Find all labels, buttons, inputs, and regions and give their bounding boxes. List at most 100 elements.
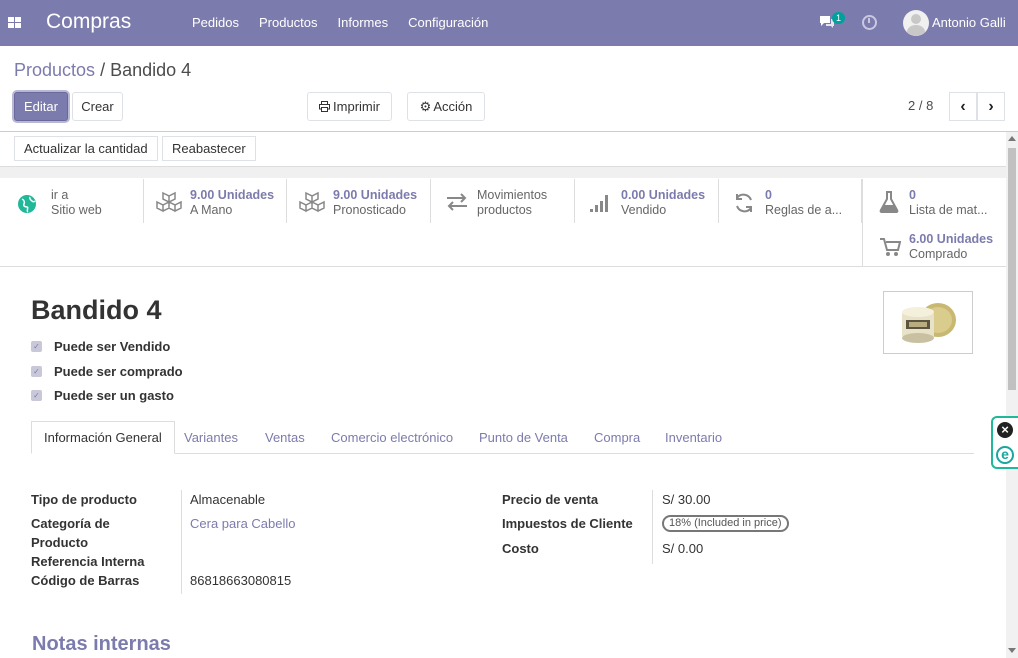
customer-taxes-label: Impuestos de Cliente <box>502 516 633 531</box>
refresh-icon <box>736 193 752 213</box>
scroll-up-arrow-icon[interactable] <box>1008 136 1016 141</box>
sheet-top-band <box>0 166 1006 178</box>
close-icon[interactable]: × <box>997 422 1013 438</box>
tab-sales[interactable]: Ventas <box>253 421 317 454</box>
product-type-value[interactable]: Almacenable <box>190 490 265 509</box>
cart-icon <box>880 238 901 256</box>
chat-badge: 1 <box>832 12 846 24</box>
pager-value[interactable]: 2 / 8 <box>908 98 933 113</box>
update-quantity-button[interactable]: Actualizar la cantidad <box>14 136 158 161</box>
pager-next-button[interactable]: › <box>977 92 1005 121</box>
extension-e-icon[interactable]: e <box>996 446 1014 464</box>
stat-button-sold[interactable]: 0.00 Unidades Vendido <box>575 179 719 223</box>
checkbox-expense-ok[interactable]: ✓ Puede ser un gasto <box>31 388 174 403</box>
product-image[interactable] <box>883 291 973 354</box>
stat-on-hand-label: A Mano <box>190 203 233 217</box>
action-label: Acción <box>433 99 473 114</box>
tab-purchase[interactable]: Compra <box>582 421 652 454</box>
gear-icon: ⚙ <box>419 98 432 114</box>
stat-button-moves[interactable]: Movimientos productos <box>431 179 575 223</box>
cubes-icon <box>299 191 325 213</box>
signal-icon <box>590 195 608 212</box>
create-button[interactable]: Crear <box>72 92 123 121</box>
flask-icon <box>879 191 899 213</box>
stat-bom-value: 0 <box>909 188 916 202</box>
internal-ref-label: Referencia Interna <box>31 554 145 569</box>
apps-menu-icon[interactable] <box>8 17 21 28</box>
stat-forecasted-value: 9.00 Unidades <box>333 188 418 202</box>
tab-point-of-sale[interactable]: Punto de Venta <box>467 421 580 454</box>
user-name[interactable]: Antonio Galli <box>932 15 1006 30</box>
stat-website-line2: Sitio web <box>51 203 102 217</box>
menu-item-informes[interactable]: Informes <box>338 15 389 30</box>
stat-forecasted-label: Pronosticado <box>333 203 406 217</box>
scroll-down-arrow-icon[interactable] <box>1008 648 1016 653</box>
stat-button-bom[interactable]: 0 Lista de mat... <box>862 179 1006 223</box>
sale-price-value[interactable]: S/ 30.00 <box>662 490 710 509</box>
cost-label: Costo <box>502 541 539 556</box>
tab-inventory[interactable]: Inventario <box>653 421 734 454</box>
checkmark-icon: ✓ <box>31 341 42 352</box>
menu-item-productos[interactable]: Productos <box>259 15 318 30</box>
scroll-thumb[interactable] <box>1008 148 1016 390</box>
product-name: Bandido 4 <box>31 295 162 325</box>
print-icon <box>319 101 331 112</box>
tab-variants[interactable]: Variantes <box>172 421 250 454</box>
stat-sold-value: 0.00 Unidades <box>621 188 706 202</box>
pager-previous-button[interactable]: ‹ <box>949 92 977 121</box>
checkbox-purchase-ok-label: Puede ser comprado <box>54 364 183 379</box>
breadcrumb: Productos / Bandido 4 <box>14 60 191 81</box>
category-value[interactable]: Cera para Cabello <box>190 514 296 533</box>
menu-item-configuracion[interactable]: Configuración <box>408 15 488 30</box>
vertical-scrollbar[interactable] <box>1006 132 1018 658</box>
stat-button-on-hand[interactable]: 9.00 Unidades A Mano <box>144 179 287 223</box>
stat-purchased-label: Comprado <box>909 247 968 261</box>
checkbox-purchase-ok[interactable]: ✓ Puede ser comprado <box>31 364 183 379</box>
chevron-right-icon: › <box>988 97 994 115</box>
stat-button-website[interactable]: ir a Sitio web <box>0 179 144 223</box>
stat-moves-line1: Movimientos <box>477 188 548 202</box>
sale-price-label: Precio de venta <box>502 492 599 507</box>
checkbox-expense-ok-label: Puede ser un gasto <box>54 388 174 403</box>
clock-icon[interactable] <box>862 15 877 30</box>
tab-general-info[interactable]: Información General <box>31 421 175 454</box>
main-menu: Pedidos Productos Informes Configuración <box>192 15 508 30</box>
cost-value[interactable]: S/ 0.00 <box>662 539 703 558</box>
stat-moves-line2: productos <box>477 203 532 217</box>
barcode-value[interactable]: 86818663080815 <box>190 571 291 590</box>
stat-website-line1: ir a <box>51 188 69 202</box>
barcode-label: Código de Barras <box>31 573 140 588</box>
notebook-tabs: Información General Variantes Ventas Com… <box>31 421 974 454</box>
tab-ecommerce[interactable]: Comercio electrónico <box>319 421 465 454</box>
stat-reorder-value: 0 <box>765 188 772 202</box>
replenish-button[interactable]: Reabastecer <box>162 136 256 161</box>
stat-sold-label: Vendido <box>621 203 667 217</box>
stat-button-forecasted[interactable]: 9.00 Unidades Pronosticado <box>287 179 431 223</box>
checkmark-icon: ✓ <box>31 390 42 401</box>
top-navbar: Compras Pedidos Productos Informes Confi… <box>0 0 1018 46</box>
stat-bom-label: Lista de mat... <box>909 203 988 217</box>
category-label-line1: Categoría de <box>31 516 110 531</box>
stat-on-hand-value: 9.00 Unidades <box>190 188 275 202</box>
checkbox-sale-ok-label: Puede ser Vendido <box>54 339 171 354</box>
app-brand[interactable]: Compras <box>46 10 131 34</box>
stat-button-reorder-rules[interactable]: 0 Reglas de a... <box>719 179 862 223</box>
checkmark-icon: ✓ <box>31 366 42 377</box>
tax-tag[interactable]: 18% (Included in price) <box>662 515 789 532</box>
side-extension-widget: × e <box>991 416 1018 469</box>
product-type-label: Tipo de producto <box>31 492 137 507</box>
print-button[interactable]: Imprimir <box>307 92 392 121</box>
field-separator-right <box>652 490 653 564</box>
menu-item-pedidos[interactable]: Pedidos <box>192 15 239 30</box>
globe-icon <box>18 195 36 213</box>
breadcrumb-current: Bandido 4 <box>110 60 192 80</box>
stat-button-purchased[interactable]: 6.00 Unidades Comprado <box>862 223 1006 267</box>
user-avatar[interactable] <box>903 10 929 36</box>
breadcrumb-parent[interactable]: Productos <box>14 60 95 80</box>
control-panel-border <box>0 131 1018 132</box>
edit-button[interactable]: Editar <box>14 92 68 121</box>
checkbox-sale-ok[interactable]: ✓ Puede ser Vendido <box>31 339 170 354</box>
action-button[interactable]: ⚙ Acción <box>407 92 485 121</box>
breadcrumb-separator: / <box>100 60 106 80</box>
stat-reorder-label: Reglas de a... <box>765 203 843 217</box>
